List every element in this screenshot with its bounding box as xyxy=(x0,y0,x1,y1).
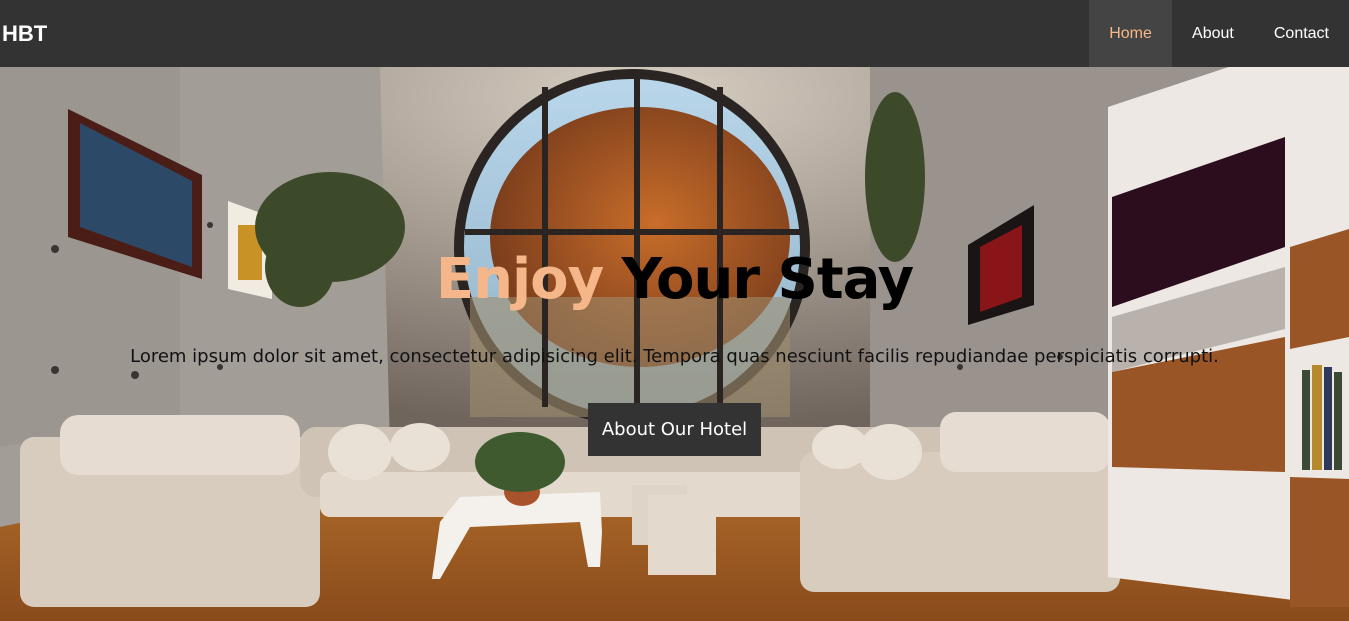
hero-title: Enjoy Your Stay xyxy=(0,245,1349,315)
hero-description: Lorem ipsum dolor sit amet, consectetur … xyxy=(130,346,1219,367)
about-hotel-button[interactable]: About Our Hotel xyxy=(588,403,761,456)
nav-link-about[interactable]: About xyxy=(1172,0,1254,67)
nav-link-home[interactable]: Home xyxy=(1089,0,1173,67)
navbar: HBT Home About Contact xyxy=(0,0,1349,67)
nav-links: Home About Contact xyxy=(1089,0,1349,67)
hero-title-rest: Your Stay xyxy=(603,247,915,312)
hero-title-accent: Enjoy xyxy=(435,247,604,312)
brand-logo[interactable]: HBT xyxy=(0,21,47,47)
nav-link-contact[interactable]: Contact xyxy=(1254,0,1349,67)
hero-content: Enjoy Your Stay Lorem ipsum dolor sit am… xyxy=(0,67,1349,621)
